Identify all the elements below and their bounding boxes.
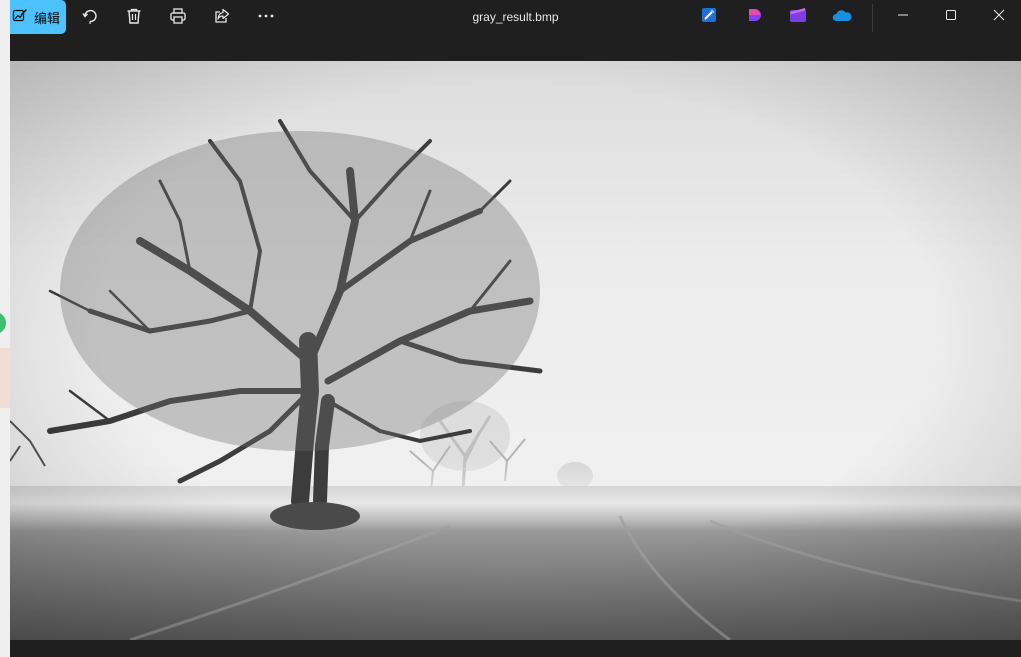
minimize-button[interactable]	[880, 0, 926, 34]
share-button[interactable]	[207, 5, 237, 31]
bottom-bar	[10, 640, 1021, 657]
toolbar-divider	[872, 4, 873, 32]
delete-button[interactable]	[119, 5, 149, 31]
clipchamp-icon	[789, 7, 807, 28]
background-window-edge	[0, 0, 10, 657]
more-icon	[257, 7, 275, 30]
onedrive-icon	[832, 8, 852, 27]
photo-canvas	[10, 61, 1021, 640]
close-icon	[993, 8, 1005, 26]
delete-icon	[125, 7, 143, 30]
maximize-icon	[945, 8, 957, 26]
designer-icon	[701, 7, 717, 28]
share-icon	[213, 7, 231, 30]
onedrive-app-button[interactable]	[832, 8, 852, 27]
designer-app-button[interactable]	[700, 7, 718, 28]
clipchamp-dot-app-button[interactable]	[745, 8, 763, 26]
print-button[interactable]	[163, 5, 193, 31]
minimize-icon	[897, 8, 909, 26]
edit-button[interactable]: 编辑	[10, 0, 66, 34]
more-button[interactable]	[251, 5, 281, 31]
close-button[interactable]	[976, 0, 1021, 34]
clipchamp-app-button[interactable]	[789, 7, 807, 28]
rotate-icon	[81, 7, 99, 30]
rotate-button[interactable]	[75, 5, 105, 31]
edit-button-label: 编辑	[34, 11, 61, 27]
edit-image-icon	[12, 7, 28, 27]
background-green-indicator	[0, 312, 6, 334]
window-title: gray_result.bmp	[472, 10, 559, 24]
photo-vignette	[10, 61, 1021, 640]
print-icon	[169, 7, 187, 30]
maximize-button[interactable]	[928, 0, 974, 34]
clipchamp-dot-icon	[746, 7, 762, 28]
title-bar: 编辑 gray_result.bmp	[10, 0, 1021, 36]
background-panel	[0, 348, 10, 408]
